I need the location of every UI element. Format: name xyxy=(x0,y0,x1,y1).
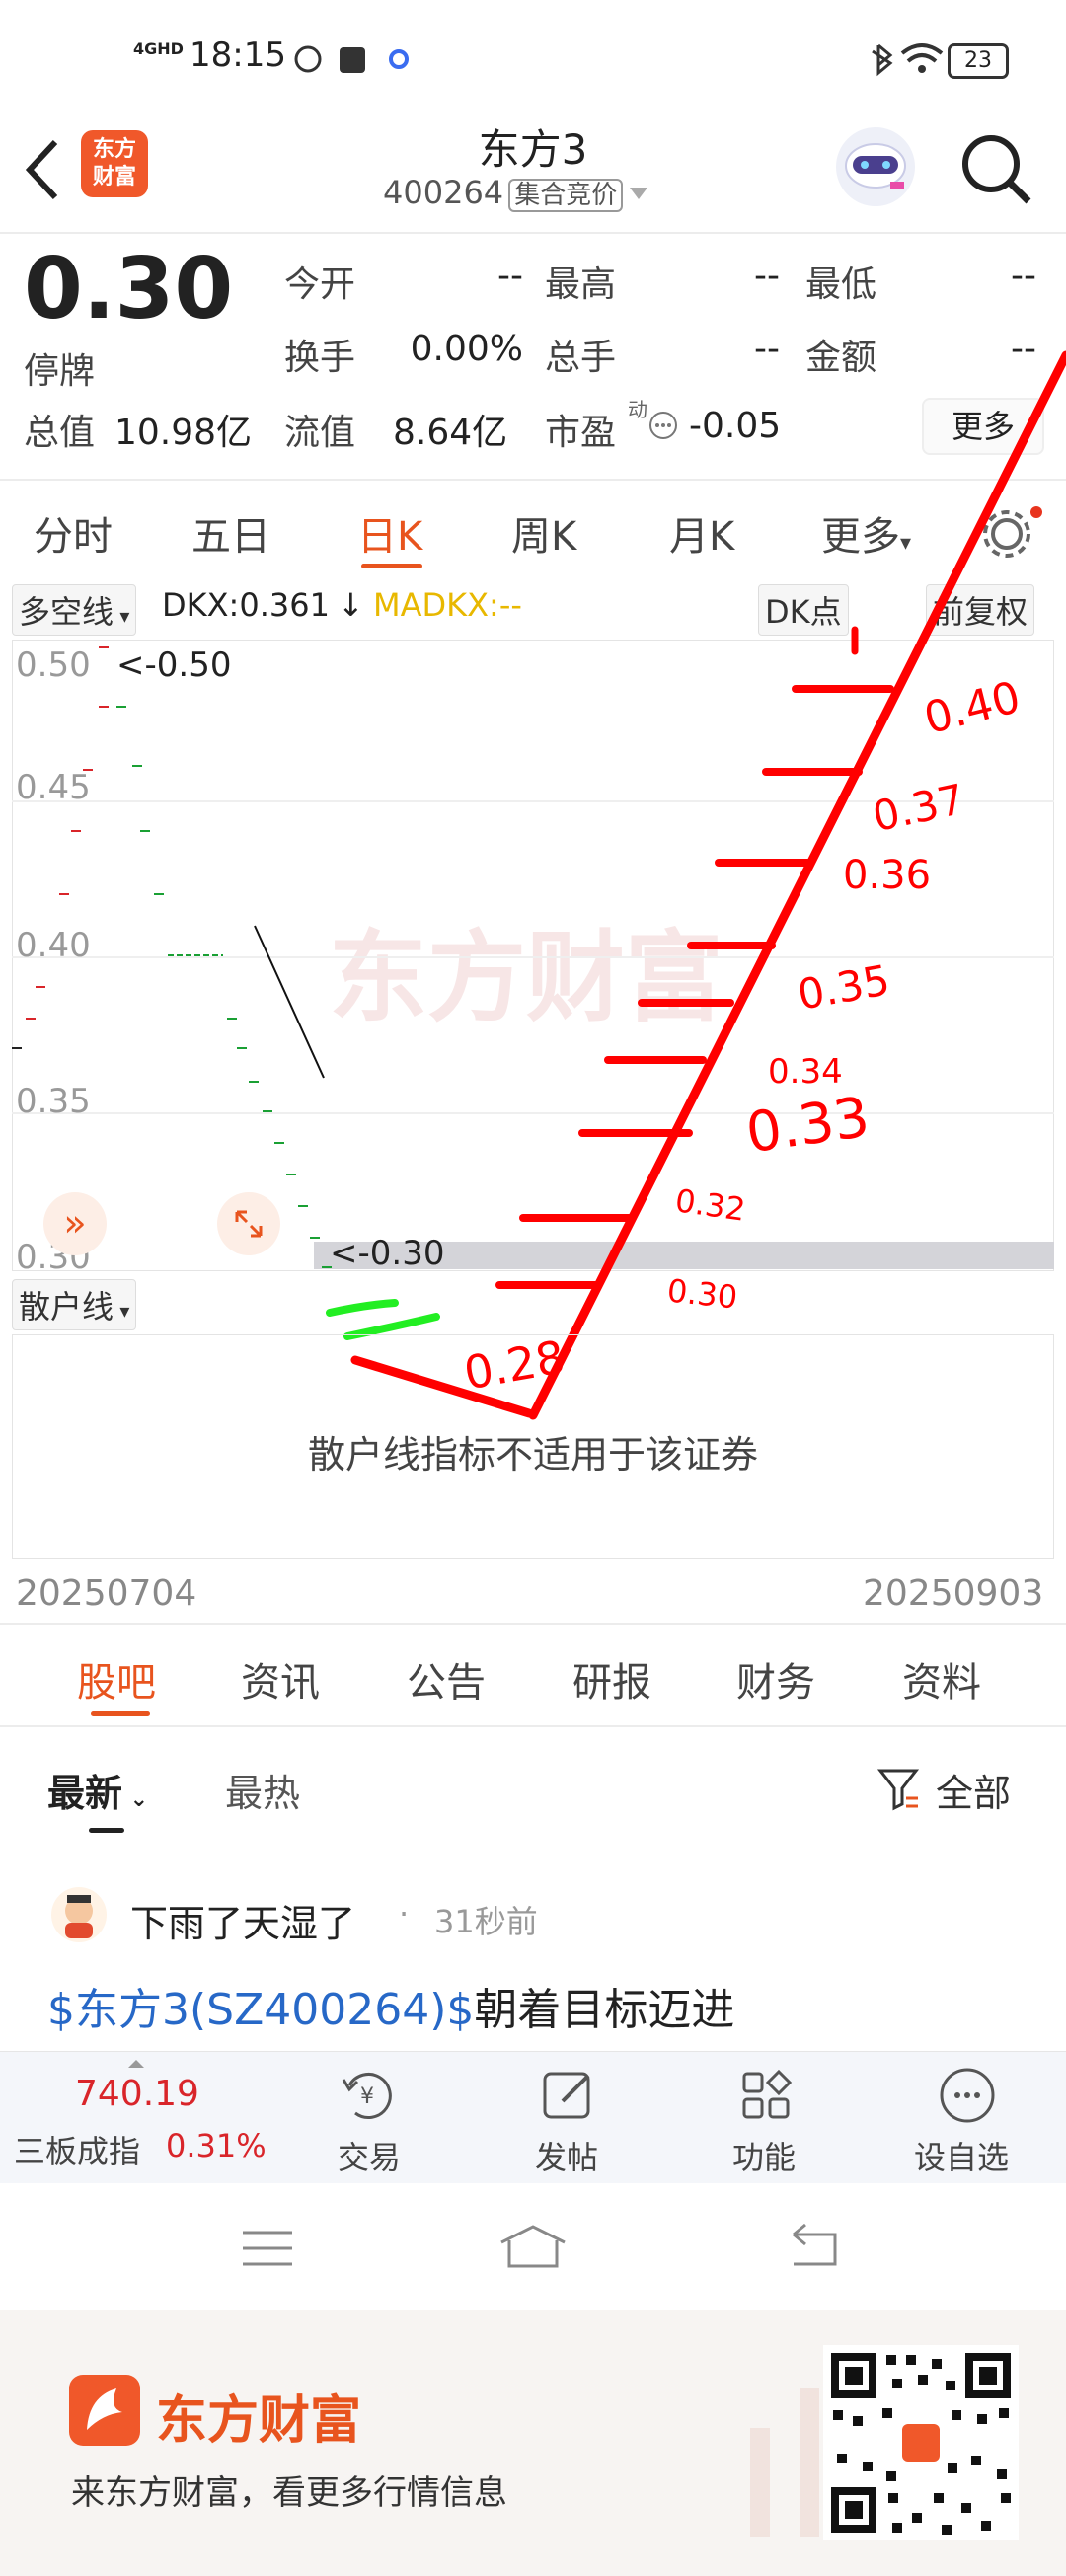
expand-left-icon[interactable]: » xyxy=(43,1192,107,1255)
sort-underline xyxy=(89,1828,124,1833)
promo-slogan: 来东方财富，看更多行情信息 xyxy=(71,2473,507,2513)
sub-indicator-panel: 散户线指标不适用于该证券 xyxy=(12,1334,1054,1559)
trade-icon[interactable]: ¥ xyxy=(338,2066,401,2123)
menu-icon[interactable] xyxy=(241,2229,294,2268)
add-watchlist-label[interactable]: 设自选 xyxy=(914,2133,1009,2178)
active-section-underline xyxy=(91,1711,150,1716)
user-avatar[interactable] xyxy=(51,1887,107,1942)
post-text: 朝着目标迈进 xyxy=(474,1985,735,2035)
index-change: 0.31% xyxy=(166,2127,266,2164)
tab-research[interactable]: 研报 xyxy=(572,1650,651,1707)
sort-latest[interactable]: 最新 ⌄ xyxy=(47,1763,148,1817)
bottom-toolbar: 740.19 三板成指 0.31% ¥ 交易 发帖 功能 设自选 xyxy=(0,2051,1066,2184)
qr-code[interactable] xyxy=(823,2345,1019,2540)
y-tick: 0.40 xyxy=(16,926,91,965)
compose-icon[interactable] xyxy=(539,2066,602,2123)
annotation-030: 0.30 xyxy=(665,1271,740,1317)
functions-icon[interactable] xyxy=(738,2066,801,2123)
index-value[interactable]: 740.19 xyxy=(75,2074,199,2114)
promo-banner: 东方财富 来东方财富，看更多行情信息 xyxy=(0,2310,1066,2576)
separator-dot: · xyxy=(399,1895,410,1932)
annotation-036: 0.36 xyxy=(843,853,932,898)
sort-hot[interactable]: 最热 xyxy=(225,1763,300,1817)
tab-news[interactable]: 资讯 xyxy=(241,1650,320,1707)
sub-indicator-label: 散户线 xyxy=(19,1288,114,1326)
functions-label[interactable]: 功能 xyxy=(732,2133,796,2178)
more-circle-icon[interactable] xyxy=(938,2066,1001,2123)
tab-forum[interactable]: 股吧 xyxy=(77,1650,156,1707)
high-marker: <-0.50 xyxy=(116,645,232,685)
divider xyxy=(0,1623,1066,1625)
divider xyxy=(0,1725,1066,1727)
index-name[interactable]: 三板成指 xyxy=(14,2127,140,2172)
system-nav-bar xyxy=(0,2183,1066,2310)
stock-link[interactable]: $东方3(SZ400264)$ xyxy=(47,1985,474,2035)
annotation-034: 0.34 xyxy=(768,1052,843,1092)
y-tick: 0.35 xyxy=(16,1082,91,1121)
sort-latest-label: 最新 xyxy=(47,1772,123,1815)
trade-label[interactable]: 交易 xyxy=(338,2133,401,2178)
end-date: 20250903 xyxy=(863,1573,1044,1614)
y-tick: 0.50 xyxy=(16,645,91,685)
filter-icon[interactable] xyxy=(876,1765,920,1812)
svg-text:¥: ¥ xyxy=(360,2084,374,2109)
brand-logo-icon xyxy=(69,2375,140,2446)
post-time: 31秒前 xyxy=(434,1903,538,1940)
tab-profile[interactable]: 资料 xyxy=(902,1650,981,1707)
back-nav-icon[interactable] xyxy=(786,2223,841,2268)
y-tick: 0.45 xyxy=(16,768,91,807)
sub-indicator-message: 散户线指标不适用于该证券 xyxy=(307,1433,758,1477)
sub-indicator-select[interactable]: 散户线 ▾ xyxy=(12,1279,137,1330)
section-tabs: 股吧 资讯 公告 研报 财务 资料 xyxy=(0,1627,1066,1725)
triangle-up-icon xyxy=(128,2060,144,2068)
filter-all[interactable]: 全部 xyxy=(936,1763,1011,1817)
low-marker: <-0.30 xyxy=(330,1234,445,1273)
tab-announcements[interactable]: 公告 xyxy=(407,1650,486,1707)
post-content[interactable]: $东方3(SZ400264)$朝着目标迈进 xyxy=(47,1974,734,2037)
brand-name: 东方财富 xyxy=(156,2391,362,2451)
home-icon[interactable] xyxy=(497,2223,569,2270)
tab-financials[interactable]: 财务 xyxy=(736,1650,815,1707)
post-label[interactable]: 发帖 xyxy=(535,2133,598,2178)
fullscreen-icon[interactable] xyxy=(217,1192,280,1255)
start-date: 20250704 xyxy=(16,1573,197,1614)
post-username[interactable]: 下雨了天湿了 xyxy=(130,1893,355,1947)
